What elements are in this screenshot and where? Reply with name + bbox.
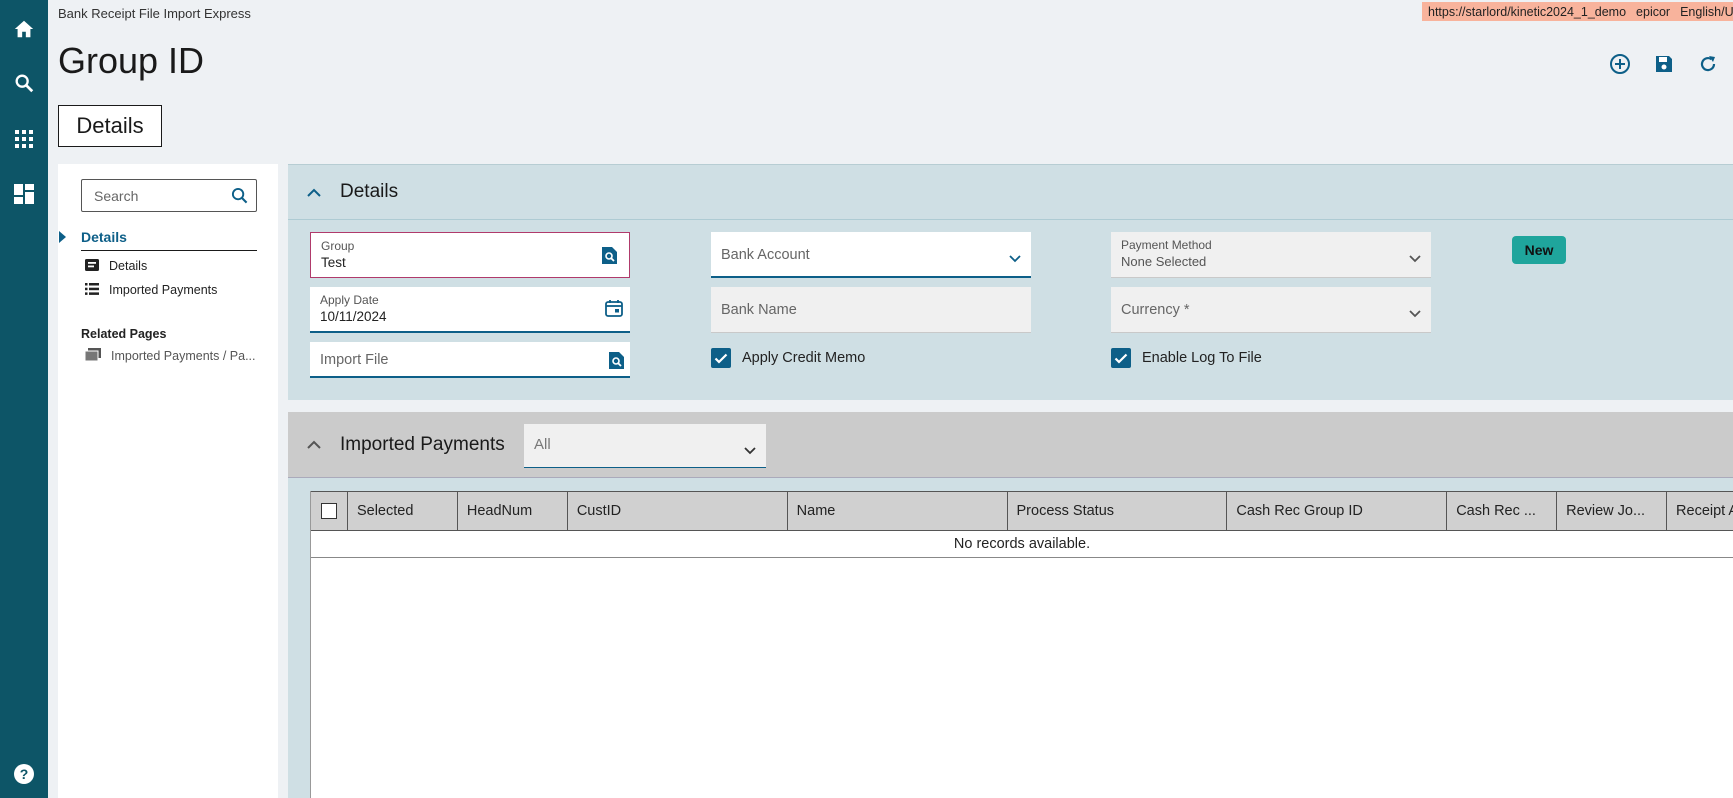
details-section-header: Details [288,165,1733,220]
page-title: Group ID [58,40,205,81]
app-rail: ? [0,0,48,798]
column-header[interactable]: Cash Rec ... [1447,492,1558,530]
import-file-field[interactable]: Import File [310,342,630,378]
page-actions [1608,52,1720,76]
chevron-down-icon [744,442,756,460]
environment-bar: https://starlord/kinetic2024_1_demo epic… [1422,2,1733,21]
checkbox-icon [320,503,337,519]
column-header[interactable]: Receipt A [1667,492,1733,530]
related-pages-title: Related Pages [81,327,167,341]
app-title: Bank Receipt File Import Express [58,6,251,21]
payment-method-value: None Selected [1121,254,1207,269]
checkmark-icon [711,348,731,368]
group-label: Group [321,239,355,253]
chevron-down-icon [1009,250,1021,268]
checkmark-icon [1111,348,1131,368]
column-header[interactable]: Process Status [1008,492,1228,530]
environment-url: https://starlord/kinetic2024_1_demo [1428,4,1627,19]
enable-log-checkbox[interactable]: Enable Log To File [1111,348,1262,368]
imported-payments-grid: Selected HeadNum CustID Name Process Sta… [310,491,1733,798]
add-new-icon[interactable] [1608,52,1632,76]
column-header[interactable]: Cash Rec Group ID [1227,492,1448,530]
apply-credit-memo-checkbox[interactable]: Apply Credit Memo [711,348,865,368]
column-header[interactable]: CustID [568,492,788,530]
collapse-chevron-icon[interactable] [288,165,340,220]
save-icon[interactable] [1652,52,1676,76]
nav-item-label: Imported Payments [109,283,218,297]
apply-date-value: 10/11/2024 [320,309,387,324]
tab-details[interactable]: Details [58,105,162,147]
collapse-chevron-icon[interactable] [288,412,340,478]
nav-search [81,179,257,212]
nav-search-input[interactable] [92,186,222,205]
home-icon[interactable] [0,9,48,49]
bank-account-placeholder: Bank Account [721,247,810,263]
nav-item-label: Details [109,259,148,273]
chevron-down-icon [1409,250,1421,268]
nav-item-details[interactable]: Details [85,257,147,275]
search-icon[interactable] [231,187,248,209]
select-all-checkbox[interactable] [311,492,348,530]
card-icon [85,258,99,274]
details-section-title: Details [340,181,399,202]
pages-icon [84,348,101,364]
help-icon[interactable]: ? [0,754,48,794]
file-lookup-icon[interactable] [609,352,624,374]
new-record-badge[interactable]: New [1512,236,1566,264]
svg-text:?: ? [20,766,29,782]
group-value: Test [321,255,346,270]
apply-date-label: Apply Date [320,293,379,307]
currency-select[interactable]: Currency * [1111,287,1431,333]
group-field[interactable]: Group Test [310,232,630,278]
list-icon [85,282,99,298]
apply-date-field[interactable]: Apply Date 10/11/2024 [310,287,630,333]
currency-placeholder: Currency * [1121,302,1190,318]
empty-message: No records available. [311,531,1733,558]
related-page-label: Imported Payments / Pa... [111,349,256,363]
search-icon[interactable] [0,63,48,103]
column-header[interactable]: Selected [348,492,458,530]
filter-value: All [534,436,551,453]
payment-method-select[interactable]: Payment Method None Selected [1111,232,1431,278]
related-page-imported-payments[interactable]: Imported Payments / Pa... [84,347,256,365]
dashboard-icon[interactable] [0,174,48,214]
imported-payments-header: Imported Payments All [288,412,1733,478]
apps-grid-icon[interactable] [0,119,48,159]
details-section: Details Group Test Apply Date 10/11/2024… [288,164,1733,400]
imported-payments-filter-select[interactable]: All [524,424,766,468]
chevron-down-icon [1409,305,1421,323]
lookup-icon[interactable] [602,247,617,269]
calendar-icon[interactable] [605,299,623,322]
nav-section-label: Details [81,229,127,245]
bank-name-placeholder: Bank Name [721,302,797,318]
column-header[interactable]: Name [788,492,1008,530]
grid-header: Selected HeadNum CustID Name Process Sta… [311,491,1733,531]
column-header[interactable]: HeadNum [458,492,568,530]
apply-credit-memo-label: Apply Credit Memo [742,350,866,366]
nav-item-imported-payments[interactable]: Imported Payments [85,281,217,299]
environment-language: English/U [1680,4,1733,19]
imported-payments-section: Imported Payments All Selected HeadNum C… [288,412,1733,798]
bank-account-select[interactable]: Bank Account [711,232,1031,278]
payment-method-label: Payment Method [1121,238,1212,252]
enable-log-label: Enable Log To File [1142,350,1262,366]
navigation-panel: Details Details Imported Payments Relate… [58,164,278,798]
column-header[interactable]: Review Jo... [1557,492,1668,530]
bank-name-field[interactable]: Bank Name [711,287,1031,333]
nav-section-details[interactable]: Details [59,229,257,251]
caret-right-icon [59,231,66,243]
imported-payments-title: Imported Payments [340,433,505,455]
environment-user: epicor [1636,4,1671,19]
import-file-placeholder: Import File [320,352,389,368]
refresh-icon[interactable] [1696,52,1720,76]
